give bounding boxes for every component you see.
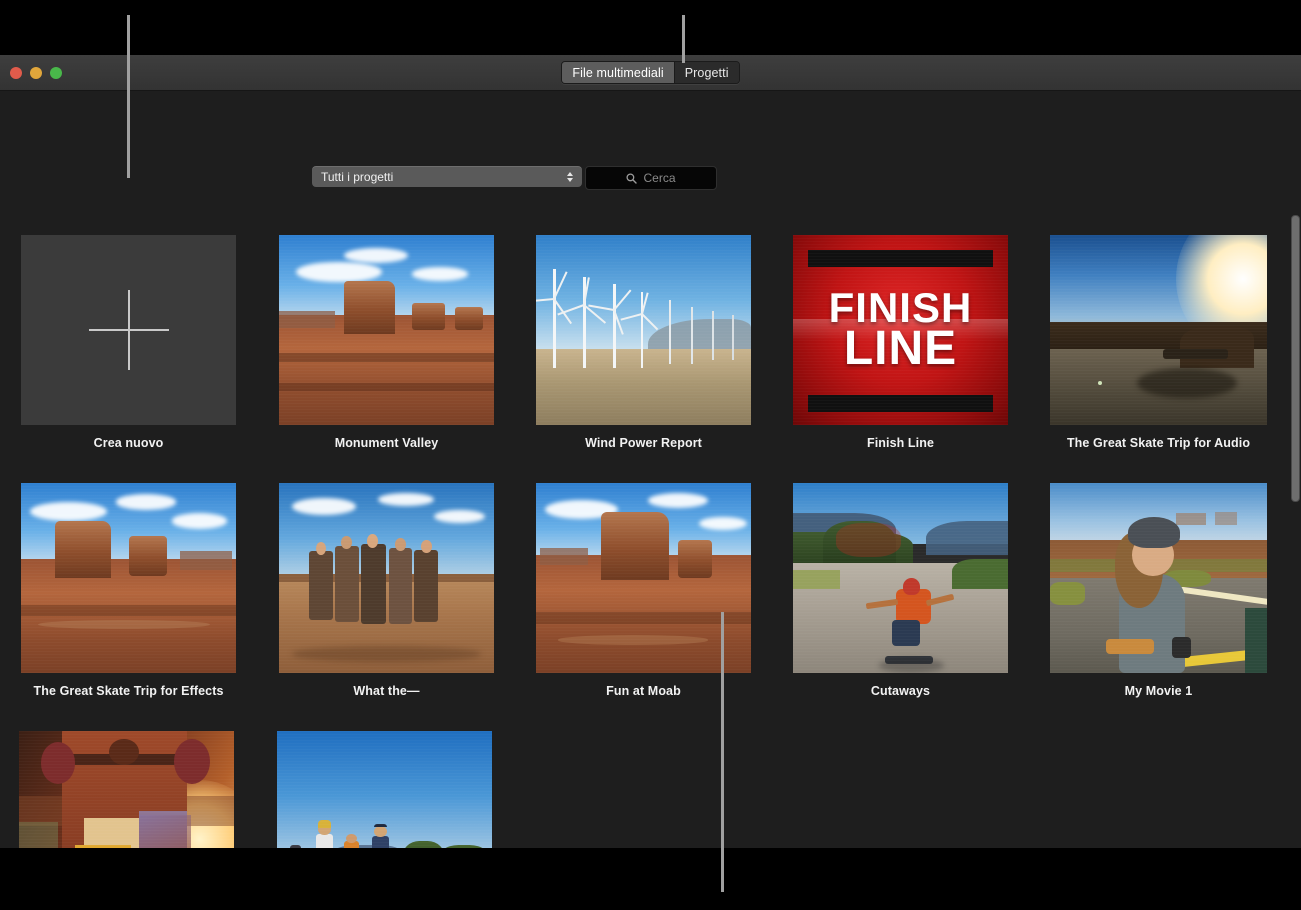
project-title: The Great Skate Trip for Effects: [21, 684, 236, 698]
project-tile-what-the[interactable]: What the—: [279, 483, 494, 708]
project-title: Cutaways: [793, 684, 1008, 698]
project-tile-great-skate-trip-audio[interactable]: The Great Skate Trip for Audio: [1050, 235, 1267, 460]
project-tile-row3-2[interactable]: [277, 731, 492, 848]
callout-line-left: [127, 15, 130, 178]
thumbnail-artwork: [793, 483, 1008, 673]
callout-line-bottom: [721, 612, 724, 892]
project-tile-my-movie-1[interactable]: My Movie 1: [1050, 483, 1267, 708]
project-tile-row3-1[interactable]: [19, 731, 234, 848]
project-tile-crea-nuovo[interactable]: Crea nuovo: [21, 235, 236, 460]
project-thumbnail[interactable]: [279, 235, 494, 425]
thumbnail-artwork: [536, 235, 751, 425]
project-thumbnail[interactable]: [793, 483, 1008, 673]
plus-icon-vertical: [128, 290, 130, 370]
project-tile-wind-power-report[interactable]: Wind Power Report: [536, 235, 751, 460]
project-tile-fun-at-moab[interactable]: Fun at Moab: [536, 483, 751, 708]
new-project-placeholder[interactable]: [21, 235, 236, 425]
project-tile-great-skate-trip-effects[interactable]: The Great Skate Trip for Effects: [21, 483, 236, 708]
project-thumbnail[interactable]: [19, 731, 234, 848]
close-button[interactable]: [10, 67, 22, 79]
scrollbar-thumb[interactable]: [1291, 215, 1300, 502]
thumbnail-artwork: [1050, 235, 1267, 425]
callout-line-tab: [682, 15, 685, 63]
thumbnail-artwork: [536, 483, 751, 673]
window-titlebar: File multimediali Progetti: [0, 55, 1301, 91]
project-tile-finish-line[interactable]: FINISH LINE Finish Line: [793, 235, 1008, 460]
project-tile-monument-valley[interactable]: Monument Valley: [279, 235, 494, 460]
project-tile-cutaways[interactable]: Cutaways: [793, 483, 1008, 708]
project-thumbnail[interactable]: [536, 483, 751, 673]
project-title: Crea nuovo: [21, 436, 236, 450]
thumbnail-artwork: [277, 731, 492, 848]
thumbnail-artwork: [279, 235, 494, 425]
project-thumbnail[interactable]: [1050, 483, 1267, 673]
thumbnail-artwork: [279, 483, 494, 673]
thumbnail-artwork: FINISH LINE: [793, 235, 1008, 425]
zoom-button[interactable]: [50, 67, 62, 79]
thumbnail-artwork: [19, 731, 234, 848]
project-title: My Movie 1: [1050, 684, 1267, 698]
tab-file-multimediali[interactable]: File multimediali: [562, 62, 673, 83]
tab-progetti[interactable]: Progetti: [674, 62, 739, 83]
project-thumbnail[interactable]: [21, 235, 236, 425]
window-controls: [10, 55, 62, 90]
thumbnail-artwork: [1050, 483, 1267, 673]
vertical-scrollbar[interactable]: [1287, 145, 1301, 848]
project-title: Finish Line: [793, 436, 1008, 450]
project-thumbnail[interactable]: [277, 731, 492, 848]
project-thumbnail[interactable]: [1050, 235, 1267, 425]
project-thumbnail[interactable]: [536, 235, 751, 425]
projects-toolbar: [0, 91, 1301, 146]
project-title: Fun at Moab: [536, 684, 751, 698]
project-title: Wind Power Report: [536, 436, 751, 450]
project-thumbnail[interactable]: [21, 483, 236, 673]
project-title: What the—: [279, 684, 494, 698]
projects-scroll-area[interactable]: Crea nuovo: [0, 145, 1301, 848]
project-thumbnail[interactable]: FINISH LINE: [793, 235, 1008, 425]
project-title: The Great Skate Trip for Audio: [1050, 436, 1267, 450]
minimize-button[interactable]: [30, 67, 42, 79]
imovie-window: File multimediali Progetti Tutti i proge…: [0, 55, 1301, 848]
project-title: Monument Valley: [279, 436, 494, 450]
project-thumbnail[interactable]: [279, 483, 494, 673]
library-mode-segmented-control[interactable]: File multimediali Progetti: [561, 61, 739, 84]
thumbnail-artwork: [21, 483, 236, 673]
